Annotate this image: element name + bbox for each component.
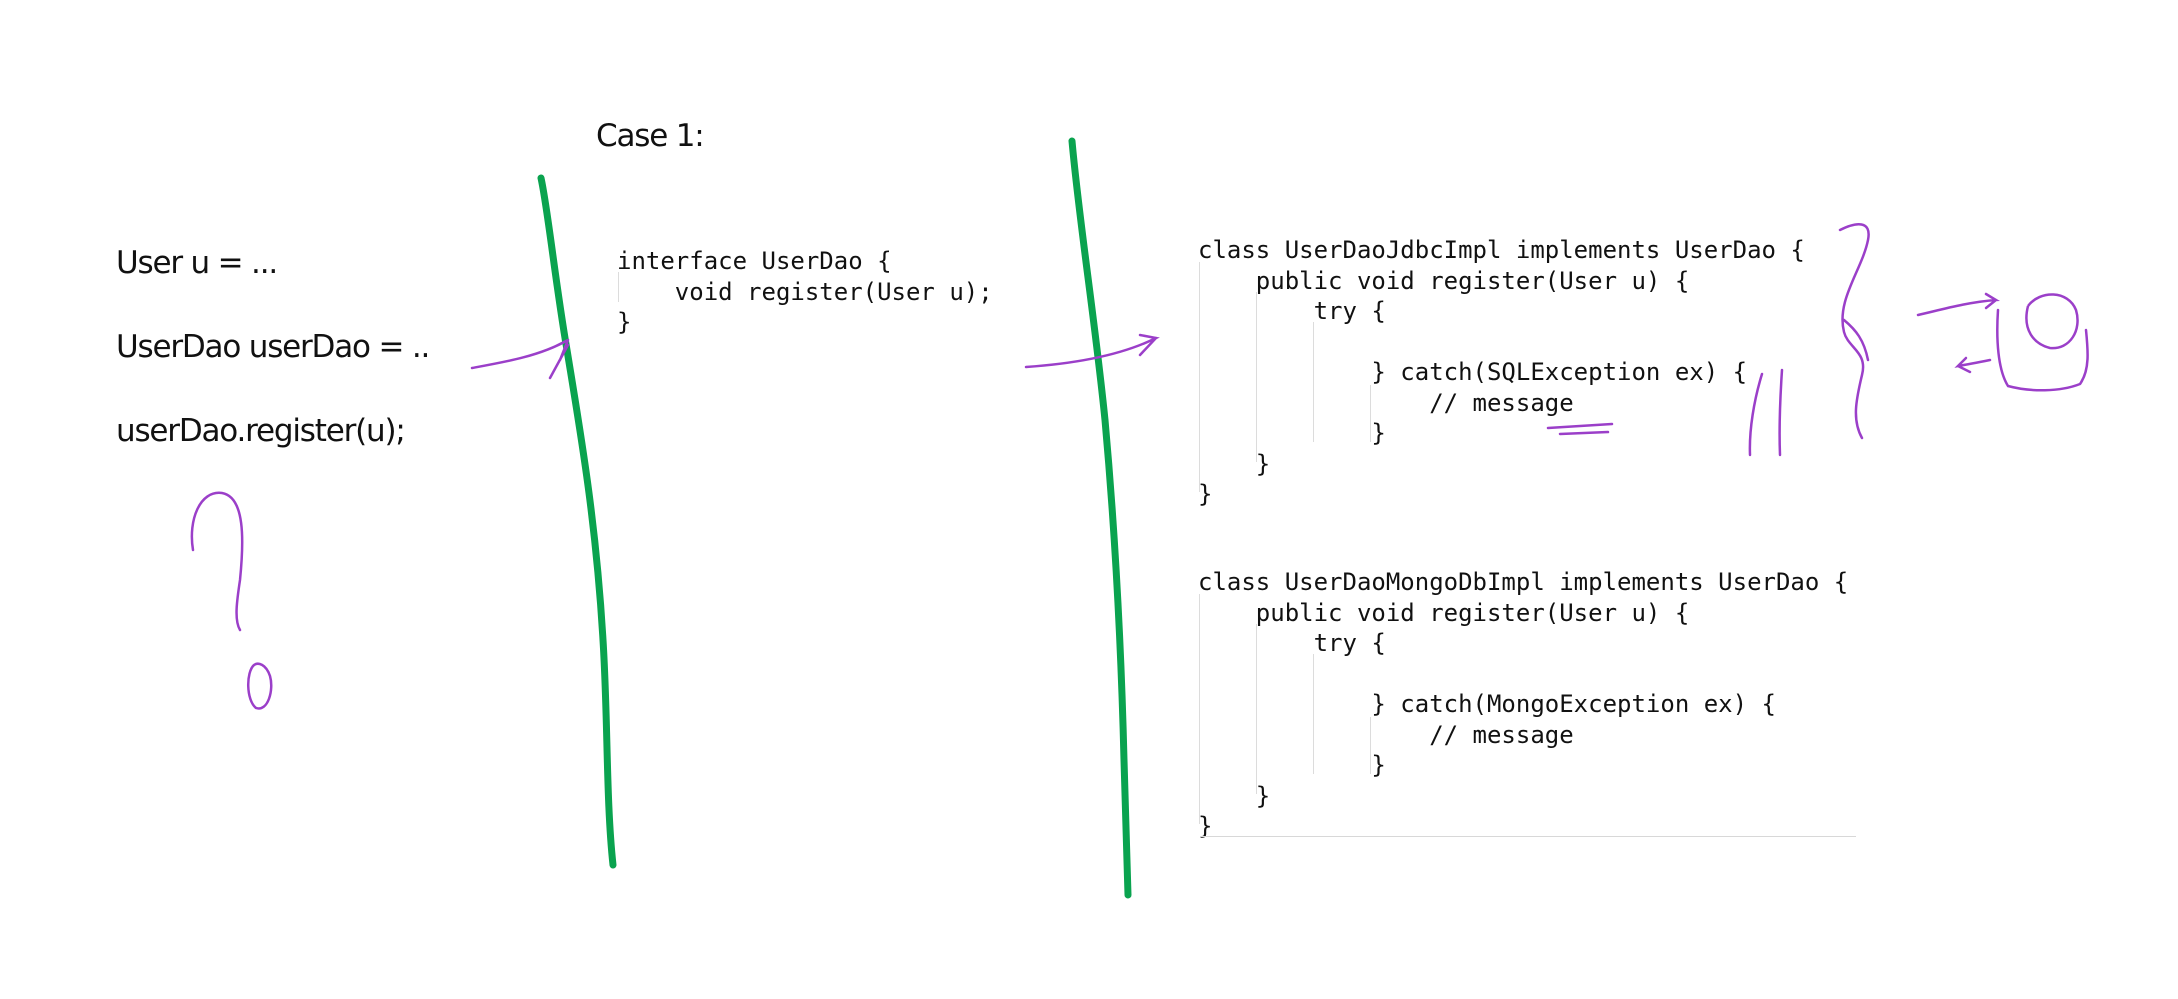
divider-line-right	[1068, 137, 1132, 899]
question-mark-sketch	[190, 491, 244, 632]
question-dot-sketch	[247, 662, 273, 710]
arrow-sketch	[1916, 292, 2001, 317]
arrow-sketch	[1024, 333, 1160, 369]
underline-sketch	[1546, 422, 1614, 436]
ink-overlay	[190, 137, 2089, 899]
arrow-sketch	[470, 338, 570, 380]
arrow-sketch	[1954, 356, 1992, 374]
braces-sketch	[1838, 223, 1870, 440]
whiteboard-canvas: User u = ... UserDao userDao = .. userDa…	[0, 0, 2178, 999]
circle-sketch	[2025, 293, 2079, 350]
divider-line-left	[537, 174, 617, 869]
parallel-marks-sketch	[1748, 368, 1784, 457]
circle-sketch	[1996, 308, 2089, 392]
